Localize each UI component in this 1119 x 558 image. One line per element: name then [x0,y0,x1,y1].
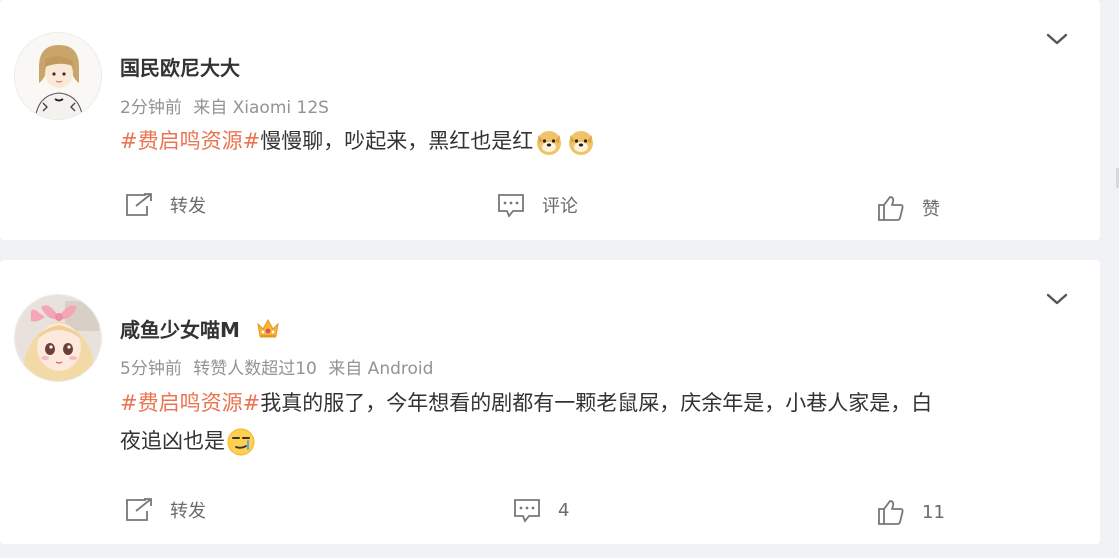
source-label: 来自 Android [328,359,434,379]
repost-label: 转发 [170,501,206,522]
smirk-emoji [226,427,256,457]
chevron-down-icon[interactable] [1044,286,1070,312]
comment-button[interactable]: 4 [512,497,569,523]
comment-meta: 5分钟前 转赞人数超过10 来自 Android [120,354,439,379]
comment-body: 慢慢聊，吵起来，黑红也是红 [260,129,534,153]
topic-link[interactable]: #费启鸣资源# [120,129,260,153]
repost-icon [126,498,152,521]
comment-text: #费启鸣资源#我真的服了，今年想看的剧都有一颗老鼠屎，庆余年是，小巷人家是，白 … [120,384,1070,460]
thumbs-up-icon [878,196,904,221]
comment-button[interactable]: 评论 [496,192,578,218]
chevron-down-icon[interactable] [1044,26,1070,52]
crown-badge-icon [255,316,281,345]
comment-meta: 2分钟前 来自 Xiaomi 12S [120,93,335,118]
repost-label: 转发 [170,196,206,217]
timestamp: 2分钟前 [120,98,182,118]
comment-line: #费启鸣资源#我真的服了，今年想看的剧都有一颗老鼠屎，庆余年是，小巷人家是，白 [120,384,1070,422]
avatar[interactable] [14,294,102,382]
comment-line: 夜追凶也是 [120,422,1070,460]
repost-button[interactable]: 转发 [124,497,206,523]
forward-note: 转赞人数超过10 [193,359,317,379]
like-button[interactable]: 11 [876,498,945,526]
comment-icon [498,194,524,218]
doge-emoji [566,127,596,157]
comment-text: #费启鸣资源#慢慢聊，吵起来，黑红也是红 [120,122,1070,160]
comment-card: 国民欧尼大大 2分钟前 来自 Xiaomi 12S #费启鸣资源#慢慢聊，吵起来… [0,0,1100,240]
comment-label: 评论 [542,196,578,217]
like-label: 赞 [922,199,940,220]
avatar[interactable] [14,32,102,120]
repost-button[interactable]: 转发 [124,192,206,218]
comment-body: 我真的服了，今年想看的剧都有一颗老鼠屎，庆余年是，小巷人家是，白 [260,391,933,415]
like-count: 11 [922,501,945,523]
comment-body: 夜追凶也是 [120,429,225,453]
thumbs-up-icon [878,500,904,525]
repost-icon [126,193,152,216]
timestamp: 5分钟前 [120,359,182,379]
username[interactable]: 国民欧尼大大 [120,52,240,81]
username-row: 咸鱼少女喵M [120,314,281,345]
doge-emoji [534,127,564,157]
comment-count: 4 [558,499,570,521]
like-button[interactable]: 赞 [876,194,940,222]
source-label: 来自 Xiaomi 12S [193,98,329,118]
topic-link[interactable]: #费启鸣资源# [120,391,260,415]
username[interactable]: 咸鱼少女喵M [120,318,240,342]
comment-icon [514,499,540,523]
comment-card: 咸鱼少女喵M 5分钟前 转赞人数超过10 来自 Android #费启鸣资源#我… [0,260,1100,544]
